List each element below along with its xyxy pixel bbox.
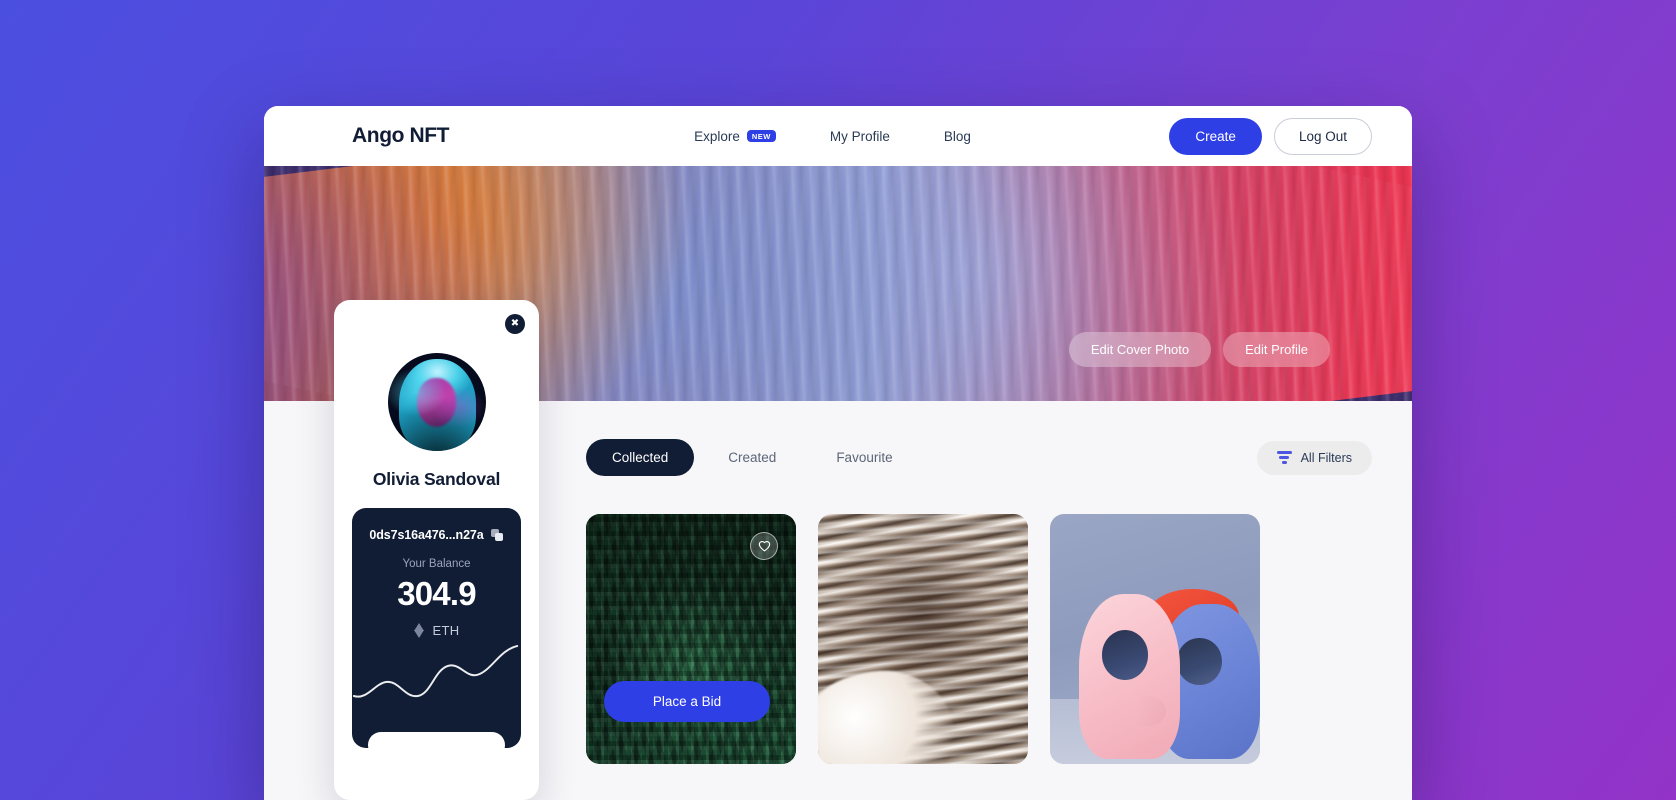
nav-item-label: Explore (694, 128, 740, 144)
profile-name: Olivia Sandoval (372, 469, 501, 489)
card-bottom-stub (368, 732, 505, 748)
header-actions: Create Log Out (1169, 117, 1372, 155)
nav-item-my-profile[interactable]: My Profile (830, 129, 890, 144)
all-filters-button[interactable]: All Filters (1256, 440, 1372, 475)
balance-value: 304.9 (397, 575, 476, 612)
nft-artwork-faces (1050, 514, 1260, 764)
tab-created[interactable]: Created (702, 439, 802, 476)
edit-profile-button[interactable]: Edit Profile (1223, 332, 1330, 367)
all-filters-label: All Filters (1300, 450, 1352, 465)
currency-row: ETH (368, 623, 505, 638)
tab-favourite[interactable]: Favourite (810, 439, 918, 476)
artwork-pink-nose (1131, 696, 1167, 726)
nft-grid: Place a Bid (586, 514, 1372, 764)
avatar (387, 353, 486, 451)
nft-card[interactable]: Place a Bid (586, 514, 796, 764)
close-icon[interactable]: ✖ (505, 314, 525, 334)
balance-sparkline (352, 640, 521, 710)
ethereum-icon (414, 623, 425, 638)
nft-artwork-folds (818, 514, 1028, 764)
create-button[interactable]: Create (1169, 117, 1262, 155)
nav-item-explore[interactable]: Explore NEW (694, 129, 776, 144)
tab-collected[interactable]: Collected (586, 439, 695, 476)
wallet-row: 0ds7s16a476...n27a (368, 528, 505, 542)
avatar-glow (387, 353, 486, 451)
tabs: Collected Created Favourite (586, 439, 919, 476)
balance-card: 0ds7s16a476...n27a Your Balance 304.9 ET… (352, 508, 521, 748)
currency-label: ETH (432, 623, 460, 638)
nft-card[interactable] (818, 514, 1028, 764)
artwork-pink-eye (1101, 630, 1148, 680)
nft-card[interactable] (1050, 514, 1260, 764)
main-nav: Explore NEW My Profile Blog (694, 129, 971, 144)
profile-card: ✖ Olivia Sandoval 0ds7s16a476...n27a You… (334, 300, 539, 800)
logo: Ango NFT (352, 124, 450, 147)
header: Ango NFT Explore NEW My Profile Blog Cre… (264, 106, 1412, 166)
artwork-blue-eye (1177, 638, 1222, 685)
nav-item-label: Blog (943, 128, 971, 144)
new-badge: NEW (746, 129, 776, 143)
balance-label: Your Balance (402, 558, 471, 570)
content-area: Collected Created Favourite All Filters (542, 401, 1412, 800)
logout-button[interactable]: Log Out (1273, 117, 1372, 155)
nav-item-blog[interactable]: Blog (944, 129, 971, 144)
heart-icon[interactable] (750, 532, 778, 560)
place-a-bid-button[interactable]: Place a Bid (604, 681, 770, 722)
filter-icon (1276, 451, 1292, 464)
nav-item-label: My Profile (829, 128, 890, 144)
artwork-pink-face (1079, 594, 1181, 759)
wallet-address: 0ds7s16a476...n27a (369, 528, 484, 542)
edit-cover-photo-button[interactable]: Edit Cover Photo (1068, 332, 1212, 367)
tabs-row: Collected Created Favourite All Filters (586, 439, 1372, 476)
copy-icon[interactable] (490, 528, 504, 542)
cover-actions: Edit Cover Photo Edit Profile (1068, 332, 1330, 367)
